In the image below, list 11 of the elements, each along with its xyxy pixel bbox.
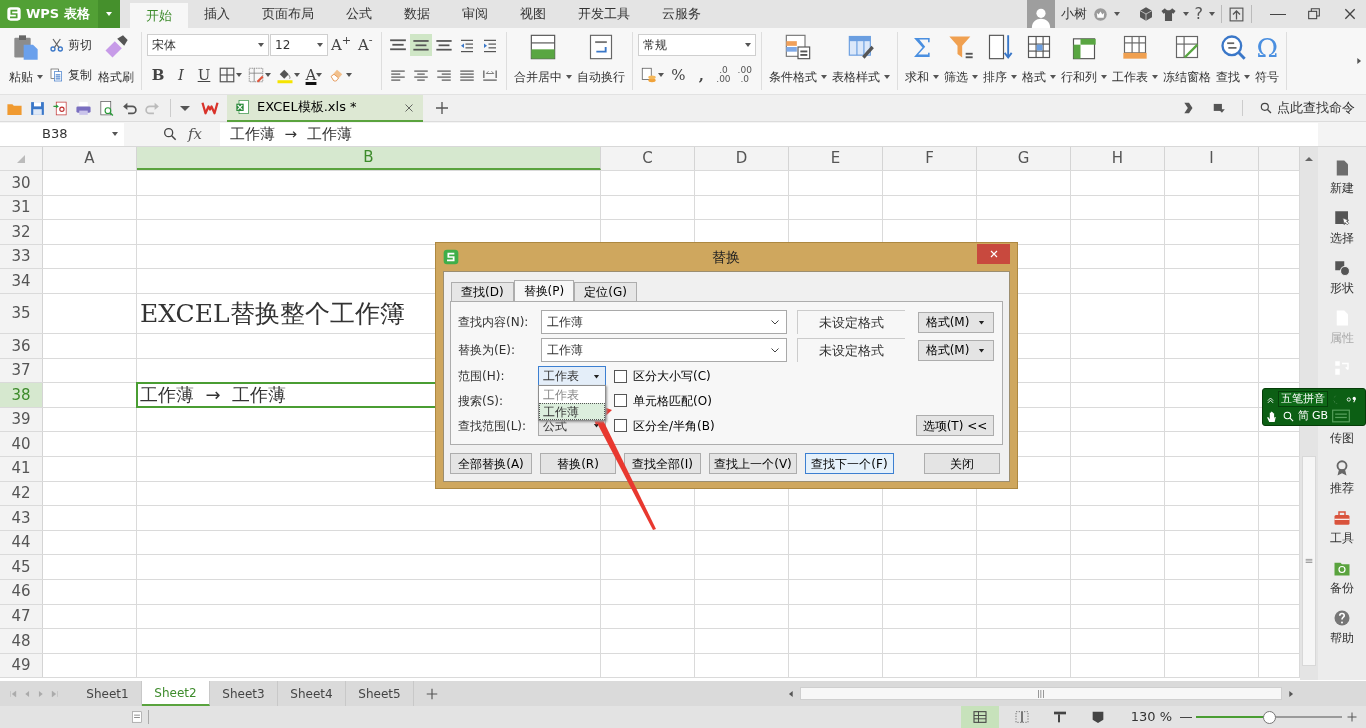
dialog-title: 替换 (711, 247, 741, 267)
field-label: 替换为(E): (458, 342, 516, 359)
zoom-level: 130 % (1130, 708, 1172, 727)
format-preview: 未设定格式 (797, 310, 905, 334)
field-label: 查找范围(L): (458, 417, 528, 435)
symbol-icon: Σ (913, 33, 932, 63)
format-preview: 未设定格式 (797, 338, 905, 362)
field-label: 查找内容(N): (458, 314, 530, 331)
field-label: 范围(H): (458, 368, 506, 386)
field-label: 搜索(S): (458, 392, 505, 410)
symbol-icon: Ω (1256, 33, 1279, 63)
